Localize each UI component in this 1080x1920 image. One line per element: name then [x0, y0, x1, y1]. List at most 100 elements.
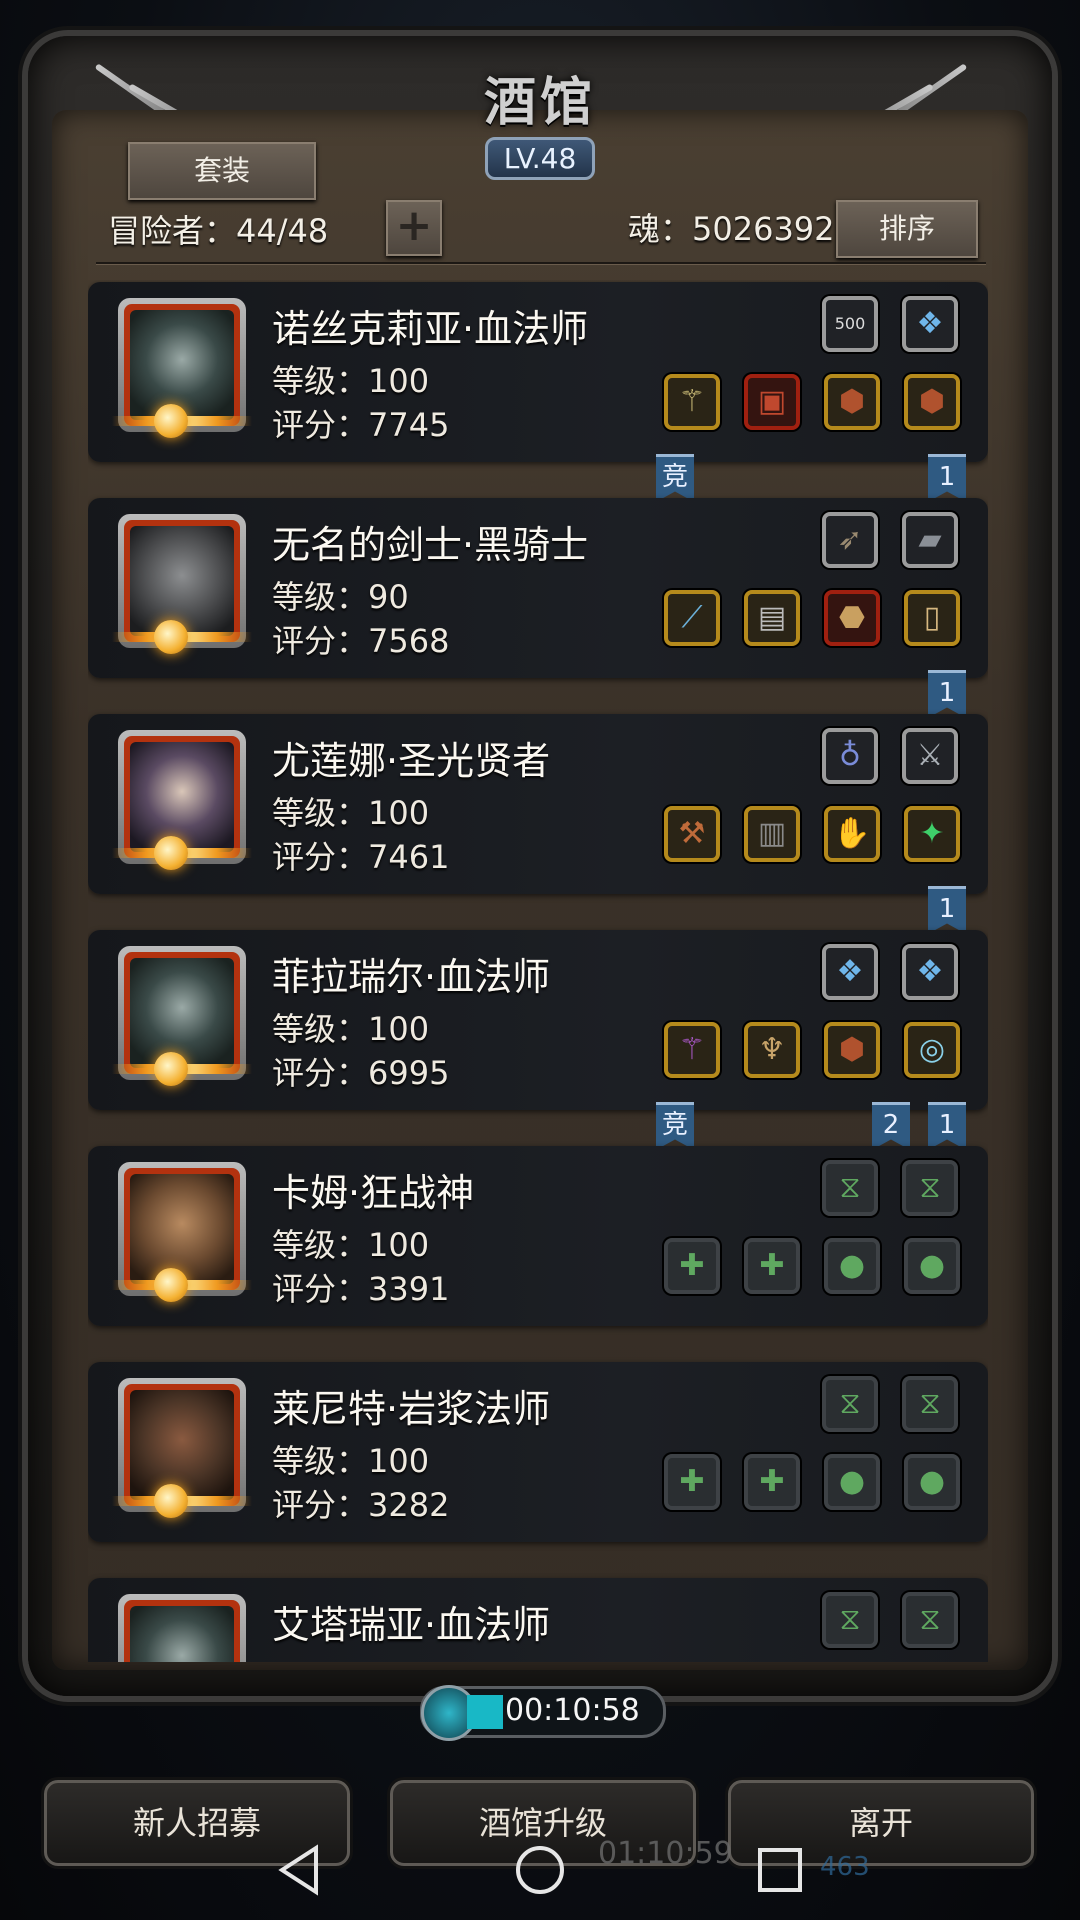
hero-card[interactable]: 艾塔瑞亚·血法师 ⧖ ⧖ — [88, 1578, 988, 1662]
accessory-slot[interactable]: ▯ — [904, 590, 960, 646]
scroll-icon: ▯ — [923, 600, 941, 635]
empty-accessory-slot[interactable]: ● — [904, 1238, 960, 1294]
moon-rank-icon — [154, 404, 188, 438]
timer-progress — [467, 1695, 503, 1729]
empty-accessory-slot[interactable]: ● — [824, 1238, 880, 1294]
empty-relic-slot[interactable]: ⧖ — [822, 1376, 878, 1432]
accessory-slot[interactable]: ⬣ — [824, 590, 880, 646]
armor-icon: ▣ — [757, 384, 787, 419]
relic-slot[interactable]: ▰ — [902, 512, 958, 568]
empty-accessory-slot[interactable]: ● — [904, 1454, 960, 1510]
hero-score: 评分：3391 — [272, 1270, 450, 1308]
hero-level: 等级：100 — [272, 362, 430, 400]
armor-slot[interactable]: ▤ — [744, 590, 800, 646]
staff-icon: ⚚ — [678, 1032, 706, 1067]
empty-armor-slot[interactable]: ✚ — [744, 1454, 800, 1510]
accessory-slot[interactable]: ◎ — [904, 1022, 960, 1078]
arena-ribbon: 竞 — [656, 454, 694, 502]
badge-500-slot[interactable]: 500 — [822, 296, 878, 352]
refresh-timer: 00:10:58 — [420, 1685, 666, 1741]
accessory-slot[interactable]: ⬢ — [904, 374, 960, 430]
chestplate-icon: ▤ — [757, 600, 787, 635]
dagger-slot[interactable]: ⚔ — [902, 728, 958, 784]
ore-icon: ⬢ — [918, 384, 946, 419]
relic-slot[interactable]: ➶ — [822, 512, 878, 568]
empty-relic-slot[interactable]: ⧖ — [902, 1160, 958, 1216]
tavern-level-badge: LV.48 — [484, 137, 596, 180]
hero-avatar — [130, 526, 234, 636]
accessory-slot[interactable]: ✋ — [824, 806, 880, 862]
plus-icon: + — [395, 200, 433, 251]
hero-level: 等级：100 — [272, 1010, 430, 1048]
hero-card[interactable]: 无名的剑士·黑骑士 等级：90 评分：7568 ➶ ▰ ⟋ ▤ ⬣ ▯ — [88, 498, 988, 678]
moon-rank-icon — [154, 1052, 188, 1086]
hero-card[interactable]: 莱尼特·岩浆法师 等级：100 评分：3282 ⧖ ⧖ ✚ ✚ ● ● — [88, 1362, 988, 1542]
staff-placeholder-icon: ✚ — [679, 1464, 705, 1499]
empty-accessory-slot[interactable]: ● — [824, 1454, 880, 1510]
crystal-icon: ❖ — [836, 954, 864, 989]
hero-score: 评分：3282 — [272, 1486, 450, 1524]
tome-icon: ▰ — [918, 522, 942, 557]
suit-button[interactable]: 套装 — [128, 142, 316, 200]
header-divider — [96, 262, 986, 264]
rank-ribbon: 1 — [928, 454, 966, 502]
hero-avatar — [130, 1606, 234, 1662]
hero-name: 尤莲娜·圣光贤者 — [272, 739, 551, 783]
empty-weapon-slot[interactable]: ✚ — [664, 1238, 720, 1294]
empty-weapon-slot[interactable]: ✚ — [664, 1454, 720, 1510]
gem-icon: ⬣ — [838, 600, 866, 635]
system-nav-bar — [0, 1820, 1080, 1920]
necklace-icon: ♁ — [839, 738, 861, 773]
hero-list[interactable]: 诺丝克莉亚·血法师 等级：100 评分：7745 500 ❖ ⚚ ▣ ⬢ ⬢ 竞… — [88, 280, 988, 1662]
recent-square-icon[interactable] — [750, 1840, 810, 1900]
home-circle-icon[interactable] — [510, 1840, 570, 1900]
necklace-slot[interactable]: ♁ — [822, 728, 878, 784]
hero-card[interactable]: 卡姆·狂战神 等级：100 评分：3391 ⧖ ⧖ ✚ ✚ ● ● — [88, 1146, 988, 1326]
empty-relic-slot[interactable]: ⧖ — [902, 1376, 958, 1432]
moon-rank-icon — [154, 836, 188, 870]
axe-placeholder-icon: ✚ — [679, 1248, 705, 1283]
weapon-slot[interactable]: ⚒ — [664, 806, 720, 862]
hero-name: 菲拉瑞尔·血法师 — [272, 955, 551, 999]
hero-card[interactable]: 尤莲娜·圣光贤者 等级：100 评分：7461 ♁ ⚔ ⚒ ▥ ✋ ✦ — [88, 714, 988, 894]
orb-placeholder-icon: ● — [918, 1464, 946, 1499]
crystal-slot[interactable]: ❖ — [822, 944, 878, 1000]
arena-ribbon: 竞 — [656, 1102, 694, 1150]
accessory-slot[interactable]: ⬢ — [824, 1022, 880, 1078]
crystal-slot[interactable]: ❖ — [902, 296, 958, 352]
crystal-icon: ❖ — [916, 306, 944, 341]
armor-slot[interactable]: ▣ — [744, 374, 800, 430]
hero-avatar — [130, 742, 234, 852]
orb-placeholder-icon: ● — [838, 1464, 866, 1499]
back-triangle-icon[interactable] — [270, 1840, 330, 1900]
hero-name: 诺丝克莉亚·血法师 — [272, 307, 589, 351]
weapon-slot[interactable]: ⚚ — [664, 1022, 720, 1078]
horned-helm-icon: ♆ — [758, 1032, 786, 1067]
armor-placeholder-icon: ✚ — [759, 1248, 785, 1283]
empty-armor-slot[interactable]: ✚ — [744, 1238, 800, 1294]
empty-relic-slot[interactable]: ⧖ — [822, 1160, 878, 1216]
armor-slot[interactable]: ♆ — [744, 1022, 800, 1078]
hammer-icon: ⚒ — [678, 816, 706, 851]
hourglass-placeholder-icon: ⧖ — [919, 1386, 941, 1421]
hero-card[interactable]: 菲拉瑞尔·血法师 等级：100 评分：6995 ❖ ❖ ⚚ ♆ ⬢ ◎ — [88, 930, 988, 1110]
accessory-slot[interactable]: ⬢ — [824, 374, 880, 430]
rank-ribbon: 1 — [928, 670, 966, 718]
empty-relic-slot[interactable]: ⧖ — [822, 1592, 878, 1648]
gauntlet-icon: ✋ — [833, 816, 871, 851]
orb-placeholder-icon: ● — [838, 1248, 866, 1283]
timer-text: 00:10:58 — [505, 1693, 640, 1728]
accessory-slot[interactable]: ✦ — [904, 806, 960, 862]
weapon-slot[interactable]: ⚚ — [664, 374, 720, 430]
hero-card[interactable]: 诺丝克莉亚·血法师 等级：100 评分：7745 500 ❖ ⚚ ▣ ⬢ ⬢ — [88, 282, 988, 462]
empty-relic-slot[interactable]: ⧖ — [902, 1592, 958, 1648]
hero-level: 等级：100 — [272, 1442, 430, 1480]
hero-score: 评分：7745 — [272, 406, 450, 444]
armor-slot[interactable]: ▥ — [744, 806, 800, 862]
crystal-slot[interactable]: ❖ — [902, 944, 958, 1000]
sort-button[interactable]: 排序 — [836, 200, 978, 258]
hero-avatar — [130, 310, 234, 420]
hero-name: 卡姆·狂战神 — [272, 1171, 475, 1215]
weapon-slot[interactable]: ⟋ — [664, 590, 720, 646]
add-adventurer-button[interactable]: + — [386, 200, 442, 256]
